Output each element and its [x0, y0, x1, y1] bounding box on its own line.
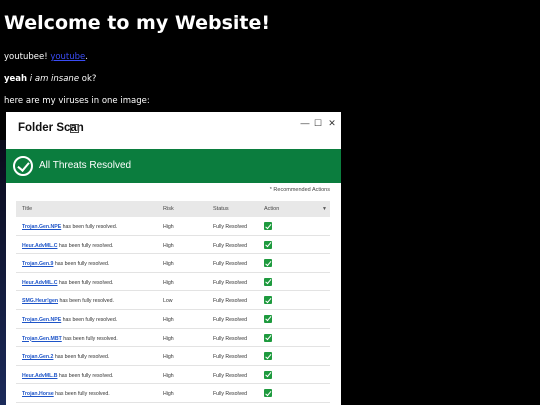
row-title: Trojan.Gen.NPE has been fully resolved. [22, 224, 117, 230]
threat-link[interactable]: Trojan.Gen.NPE [22, 224, 61, 230]
resolved-text: has been fully resolved. [57, 242, 114, 249]
row-title: Heur.AdvML.C has been fully resolved. [22, 243, 113, 249]
row-status: Fully Resolved [213, 242, 248, 249]
action-checkbox-icon[interactable] [264, 314, 272, 323]
status-banner: All Threats Resolved [6, 149, 341, 183]
table-row: SMG.Heur!gen has been fully resolved. Low… [16, 291, 330, 310]
table-row: Trojan.Gen.2 has been fully resolved. Hig… [16, 347, 330, 366]
row-risk: High [163, 261, 174, 268]
resolved-text: has been fully resolved. [58, 298, 114, 305]
help-icon[interactable]: ? [70, 124, 79, 133]
row-risk: High [163, 372, 174, 379]
threat-link[interactable]: Heur.AdvML.B [22, 373, 57, 379]
threat-link[interactable]: Heur.AdvML.C [22, 280, 57, 286]
resolved-text: has been fully resolved. [53, 391, 110, 398]
threat-link[interactable]: Trojan.Horse [22, 391, 54, 397]
recommended-actions-note: * Recommended Actions [269, 187, 330, 193]
action-checkbox-icon[interactable] [264, 296, 272, 305]
threat-link[interactable]: SMG.Heur!gen [22, 298, 58, 304]
resolved-text: has been fully resolved. [61, 224, 118, 230]
row-status: Fully Resolved [213, 316, 248, 323]
action-checkbox-icon[interactable] [264, 240, 272, 249]
row-title: Trojan.Gen.NPE has been fully resolved. [22, 317, 117, 323]
column-risk[interactable]: Risk [163, 206, 174, 212]
row-title: Trojan.Gen.2 has been fully resolved. [22, 354, 109, 360]
table-row: Heur.AdvML.C has been fully resolved. Hig… [16, 273, 330, 292]
row-risk: High [163, 224, 174, 230]
table-body: Trojan.Gen.NPE has been fully resolved. H… [16, 217, 330, 403]
row-risk: High [163, 354, 174, 361]
threat-link[interactable]: Trojan.Gen.MBT [22, 336, 62, 342]
resolved-text: has been fully resolved. [53, 354, 110, 361]
row-status: Fully Resolved [213, 261, 248, 268]
column-action[interactable]: Action [264, 206, 279, 212]
threat-link[interactable]: Heur.AdvML.C [22, 243, 57, 249]
youtube-line-end: . [85, 52, 88, 62]
row-risk: High [163, 335, 174, 342]
viruses-line: here are my viruses in one image: [4, 96, 150, 106]
row-title: Trojan.Horse has been fully resolved. [22, 391, 110, 397]
column-title[interactable]: Title [22, 206, 32, 212]
resolved-text: has been fully resolved. [53, 261, 110, 268]
row-status: Fully Resolved [213, 279, 248, 286]
youtube-link[interactable]: youtube [50, 52, 85, 62]
table-row: Trojan.Gen.9 has been fully resolved. Hig… [16, 254, 330, 273]
row-status: Fully Resolved [213, 335, 248, 342]
action-checkbox-icon[interactable] [264, 259, 272, 268]
row-title: Trojan.Gen.MBT has been fully resolved. [22, 336, 118, 342]
close-icon[interactable]: ✕ [326, 118, 338, 129]
bold-text: yeah [4, 74, 28, 84]
sort-caret-icon[interactable]: ▼ [322, 206, 327, 212]
minimize-icon[interactable]: — [299, 118, 311, 128]
table-row: Trojan.Horse has been fully resolved. Hig… [16, 384, 330, 403]
row-status: Fully Resolved [213, 298, 248, 305]
threat-link[interactable]: Trojan.Gen.NPE [22, 317, 61, 323]
action-checkbox-icon[interactable] [264, 333, 272, 342]
check-circle-icon [13, 156, 33, 176]
action-checkbox-icon[interactable] [264, 352, 272, 361]
threats-table: Title Risk Status Action ▼ Trojan.Gen.NP… [16, 201, 330, 403]
row-status: Fully Resolved [213, 224, 248, 230]
column-status[interactable]: Status [213, 206, 229, 212]
row-title: SMG.Heur!gen has been fully resolved. [22, 298, 114, 304]
row-risk: High [163, 279, 174, 286]
youtube-line: youtubee! youtube. [4, 52, 88, 62]
italic-text: i am insane [29, 74, 80, 84]
table-row: Trojan.Gen.MBT has been fully resolved. H… [16, 329, 330, 348]
table-row: Trojan.Gen.NPE has been fully resolved. H… [16, 217, 330, 236]
row-status: Fully Resolved [213, 372, 248, 379]
row-status: Fully Resolved [213, 391, 248, 398]
action-checkbox-icon[interactable] [264, 389, 272, 398]
threat-link[interactable]: Trojan.Gen.9 [22, 261, 53, 267]
resolved-text: has been fully resolved. [61, 316, 118, 323]
table-row: Heur.AdvML.C has been fully resolved. Hig… [16, 236, 330, 255]
action-checkbox-icon[interactable] [264, 222, 272, 230]
row-risk: High [163, 391, 174, 398]
table-row: Heur.AdvML.B has been fully resolved. Hig… [16, 366, 330, 385]
insane-line: yeah i am insane ok? [4, 74, 96, 84]
insane-line-end: ok? [79, 74, 97, 84]
page-title: Welcome to my Website! [4, 12, 271, 34]
maximize-icon[interactable]: ☐ [312, 118, 324, 129]
row-risk: High [163, 242, 174, 249]
row-title: Heur.AdvML.C has been fully resolved. [22, 280, 113, 286]
resolved-text: has been fully resolved. [57, 372, 114, 379]
action-checkbox-icon[interactable] [264, 370, 272, 379]
youtube-line-text: youtubee! [4, 52, 51, 62]
row-title: Trojan.Gen.9 has been fully resolved. [22, 261, 109, 267]
table-row: Trojan.Gen.NPE has been fully resolved. H… [16, 310, 330, 329]
row-title: Heur.AdvML.B has been fully resolved. [22, 373, 113, 379]
row-risk: Low [163, 298, 173, 305]
table-header: Title Risk Status Action ▼ [16, 201, 330, 217]
threat-link[interactable]: Trojan.Gen.2 [22, 354, 53, 360]
status-text: All Threats Resolved [39, 160, 132, 171]
resolved-text: has been fully resolved. [61, 335, 118, 342]
row-status: Fully Resolved [213, 354, 248, 361]
action-checkbox-icon[interactable] [264, 277, 272, 286]
folder-scan-window: Folder Scan ? — ☐ ✕ All Threats Resolved… [6, 112, 341, 405]
resolved-text: has been fully resolved. [57, 279, 114, 286]
row-risk: High [163, 316, 174, 323]
